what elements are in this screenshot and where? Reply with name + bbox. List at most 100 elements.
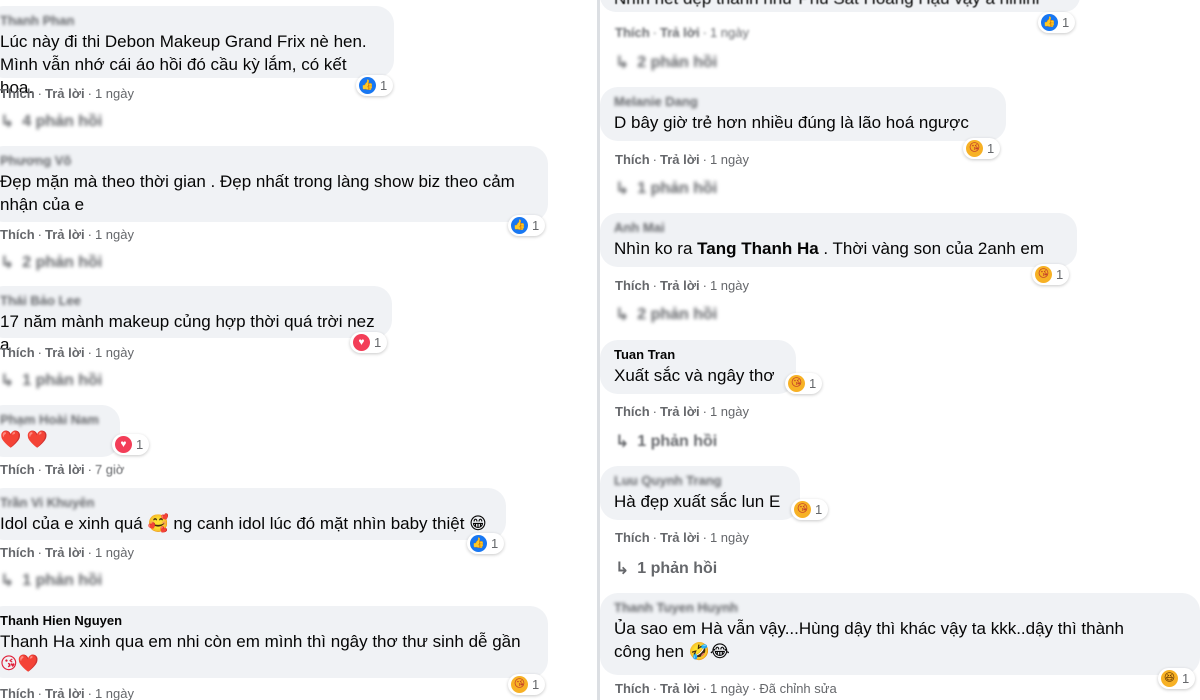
comment-actions: Thích · Trả lời · 7 giờ — [0, 462, 124, 477]
like-link[interactable]: Thích — [615, 152, 650, 167]
view-replies-link[interactable]: ↳ 1 phản hồi — [615, 559, 717, 579]
reaction-count: 1 — [815, 502, 823, 517]
reply-link[interactable]: Trả lời — [45, 86, 85, 101]
comment-author[interactable]: Phương Võ — [0, 153, 534, 169]
reply-link[interactable]: Trả lời — [45, 462, 85, 477]
reply-link[interactable]: Trả lời — [660, 25, 700, 40]
love-icon: ♥ — [353, 334, 370, 351]
comment-time[interactable]: 1 ngày — [710, 404, 749, 419]
reaction-badge[interactable]: 😘 1 — [785, 373, 823, 394]
comment-author[interactable]: Luu Quynh Trang — [614, 473, 786, 489]
comment-time[interactable]: 1 ngày — [95, 545, 134, 560]
reaction-badge[interactable]: 😘 1 — [791, 499, 829, 520]
text-segment: . Thời vàng son của 2anh em — [818, 239, 1045, 258]
reaction-badge[interactable]: ♥ 1 — [112, 434, 150, 455]
care-icon: 😘 — [794, 501, 811, 518]
separator: · — [37, 462, 43, 477]
separator: · — [37, 86, 43, 101]
comment-time[interactable]: 1 ngày — [95, 345, 134, 360]
replies-count: 2 phản hồi — [637, 54, 718, 71]
view-replies-link[interactable]: ↳ 1 phản hồi — [615, 179, 717, 199]
like-link[interactable]: Thích — [0, 345, 35, 360]
reaction-badge[interactable]: 😘 1 — [1032, 264, 1070, 285]
reaction-badge[interactable]: 😘 1 — [963, 138, 1001, 159]
comment-time[interactable]: 1 ngày — [95, 686, 134, 700]
reaction-badge[interactable]: ♥ 1 — [350, 332, 388, 353]
comment-bubble: Nhìn nét đẹp thanh như Phú Sát Hoàng Hậu… — [600, 0, 1080, 12]
like-link[interactable]: Thích — [615, 681, 650, 696]
care-icon: 😘 — [966, 140, 983, 157]
like-link[interactable]: Thích — [0, 686, 35, 700]
comment-text-line: 😘❤️ — [0, 654, 39, 674]
comment-author[interactable]: Thanh Hien Nguyen — [0, 613, 534, 629]
separator: · — [87, 686, 92, 700]
reply-link[interactable]: Trả lời — [660, 681, 700, 696]
comment-author[interactable]: Phạm Hoài Nam — [0, 412, 106, 428]
separator: · — [87, 227, 92, 242]
view-replies-link[interactable]: ↳ 2 phản hồi — [615, 305, 717, 325]
comment-time[interactable]: 1 ngày — [710, 152, 749, 167]
reply-link[interactable]: Trả lời — [660, 404, 700, 419]
reply-link[interactable]: Trả lời — [660, 278, 700, 293]
comment-time[interactable]: 1 ngày — [710, 25, 749, 40]
view-replies-link[interactable]: ↳ 2 phản hồi — [0, 253, 102, 273]
reply-link[interactable]: Trả lời — [45, 345, 85, 360]
view-replies-link[interactable]: ↳ 4 phản hồi — [0, 112, 102, 132]
love-icon: ♥ — [115, 436, 132, 453]
reply-arrow-icon: ↳ — [615, 305, 630, 324]
like-icon: 👍 — [470, 535, 487, 552]
reaction-count: 1 — [1182, 671, 1190, 686]
view-replies-link[interactable]: ↳ 2 phản hồi — [615, 53, 717, 73]
like-link[interactable]: Thích — [0, 462, 35, 477]
reply-link[interactable]: Trả lời — [45, 227, 85, 242]
comment-author[interactable]: Thái Bảo Lee — [0, 293, 378, 309]
separator: · — [702, 404, 707, 419]
comment-text-line: Xuất sắc và ngây thơ — [614, 366, 775, 385]
comment-time[interactable]: 1 ngày — [95, 86, 134, 101]
like-link[interactable]: Thích — [0, 545, 35, 560]
reply-link[interactable]: Trả lời — [660, 530, 700, 545]
reaction-badge[interactable]: 👍 1 — [467, 533, 505, 554]
separator: · — [652, 152, 658, 167]
reply-link[interactable]: Trả lời — [45, 545, 85, 560]
comment-time[interactable]: 1 ngày — [710, 681, 749, 696]
view-replies-link[interactable]: ↳ 1 phản hồi — [0, 371, 102, 391]
like-link[interactable]: Thích — [615, 278, 650, 293]
like-link[interactable]: Thích — [0, 86, 35, 101]
view-replies-link[interactable]: ↳ 1 phản hồi — [0, 571, 102, 591]
comment-text-line: Đẹp mặn mà theo thời gian . Đẹp nhất tro… — [0, 172, 515, 191]
like-link[interactable]: Thích — [615, 530, 650, 545]
comment-author[interactable]: Anh Mai — [614, 220, 1063, 236]
reaction-count: 1 — [374, 335, 382, 350]
right-comment-panel: Nhìn nét đẹp thanh như Phú Sát Hoàng Hậu… — [600, 0, 1200, 700]
comment-time[interactable]: 1 ngày — [710, 278, 749, 293]
care-icon: 😘 — [788, 375, 805, 392]
reaction-badge[interactable]: 👍 1 — [356, 75, 394, 96]
comment-author[interactable]: Trần Vi Khuyên — [0, 495, 492, 511]
separator: · — [652, 530, 658, 545]
reply-link[interactable]: Trả lời — [45, 686, 85, 700]
comment-author[interactable]: Thanh Tuyen Huynh — [614, 600, 1186, 616]
like-link[interactable]: Thích — [0, 227, 35, 242]
reaction-badge[interactable]: 😆 1 — [1158, 668, 1196, 689]
comment-actions: Thích · Trả lời · 1 ngày — [615, 278, 749, 293]
reaction-badge[interactable]: 👍 1 — [508, 215, 546, 236]
replies-count: 2 phản hồi — [22, 254, 103, 271]
view-replies-link[interactable]: ↳ 1 phản hồi — [615, 432, 717, 452]
reply-link[interactable]: Trả lời — [660, 152, 700, 167]
comment-actions: Thích · Trả lời · 1 ngày — [0, 227, 134, 242]
reaction-badge[interactable]: 👍 1 — [1038, 12, 1076, 33]
comment-author[interactable]: Thanh Phan — [0, 13, 380, 29]
separator: · — [702, 530, 707, 545]
mention-link[interactable]: Tang Thanh Ha — [697, 239, 819, 258]
reaction-badge[interactable]: 😘 1 — [508, 674, 546, 695]
comment-author[interactable]: Melanie Dang — [614, 94, 992, 110]
comment-time[interactable]: 7 giờ — [95, 462, 125, 477]
separator: · — [37, 545, 43, 560]
separator: · — [37, 345, 43, 360]
comment-time[interactable]: 1 ngày — [710, 530, 749, 545]
like-link[interactable]: Thích — [615, 404, 650, 419]
comment-author[interactable]: Tuan Tran — [614, 347, 782, 363]
like-link[interactable]: Thích — [615, 25, 650, 40]
comment-time[interactable]: 1 ngày — [95, 227, 134, 242]
